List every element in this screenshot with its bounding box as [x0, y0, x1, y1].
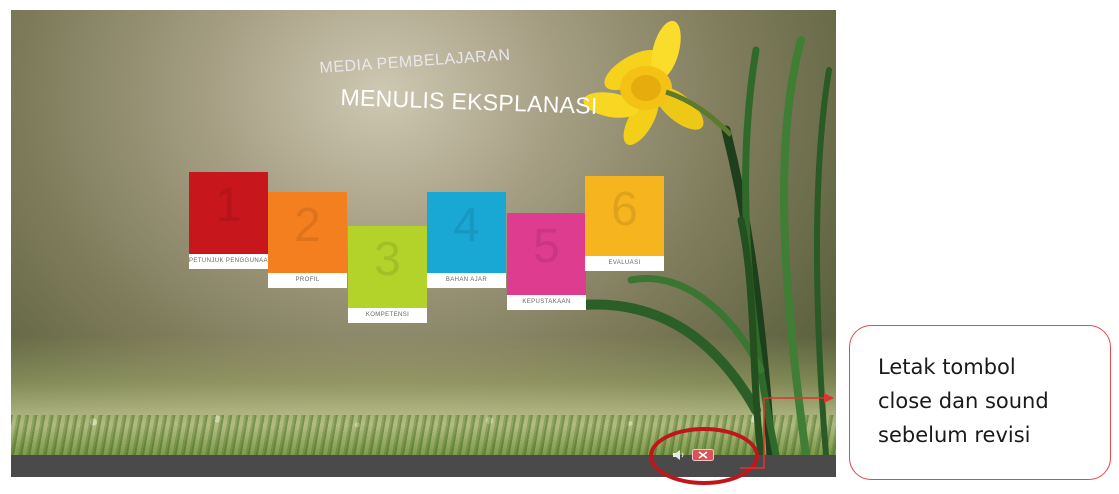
- menu-tile-number: 3: [374, 233, 401, 286]
- annotation-line: sebelum revisi: [878, 423, 1031, 447]
- menu-tile-label: EVALUASI: [585, 256, 664, 271]
- menu-tile-number: 2: [294, 199, 321, 252]
- menu-tile-label: PETUNJUK PENGGUNAAN: [189, 254, 268, 269]
- annotation-callout: Letak tombol close dan sound sebelum rev…: [849, 325, 1111, 480]
- app-screen: MEDIA PEMBELAJARAN MENULIS EKSPLANASI 1 …: [11, 10, 836, 477]
- annotation-line: Letak tombol: [878, 355, 1016, 379]
- app-title: MENULIS EKSPLANASI: [340, 84, 599, 119]
- menu-tile-label: PROFIL: [268, 273, 347, 288]
- menu-tile-number: 5: [533, 220, 560, 273]
- menu-tile-label: BAHAN AJAR: [427, 273, 506, 288]
- menu-tile-label: KEPUSTAKAAN: [507, 295, 586, 310]
- menu-tile-label: KOMPETENSI: [348, 308, 427, 323]
- menu-tile-petunjuk[interactable]: 1 PETUNJUK PENGGUNAAN: [189, 172, 268, 269]
- menu-tile-evaluasi[interactable]: 6 EVALUASI: [585, 176, 664, 271]
- menu-tile-kepustakaan[interactable]: 5 KEPUSTAKAAN: [507, 213, 586, 310]
- annotation-line: close dan sound: [878, 389, 1049, 413]
- menu-tile-number: 1: [215, 179, 242, 232]
- menu-tile-bahan-ajar[interactable]: 4 BAHAN AJAR: [427, 192, 506, 288]
- menu-tile-profil[interactable]: 2 PROFIL: [268, 192, 347, 288]
- annotation-text: Letak tombol close dan sound sebelum rev…: [878, 350, 1049, 452]
- menu-tile-number: 4: [453, 199, 480, 252]
- callout-arrow: [740, 393, 834, 469]
- menu-tile-kompetensi[interactable]: 3 KOMPETENSI: [348, 226, 427, 323]
- app-subtitle: MEDIA PEMBELAJARAN: [319, 46, 512, 77]
- menu-tile-number: 6: [611, 183, 638, 236]
